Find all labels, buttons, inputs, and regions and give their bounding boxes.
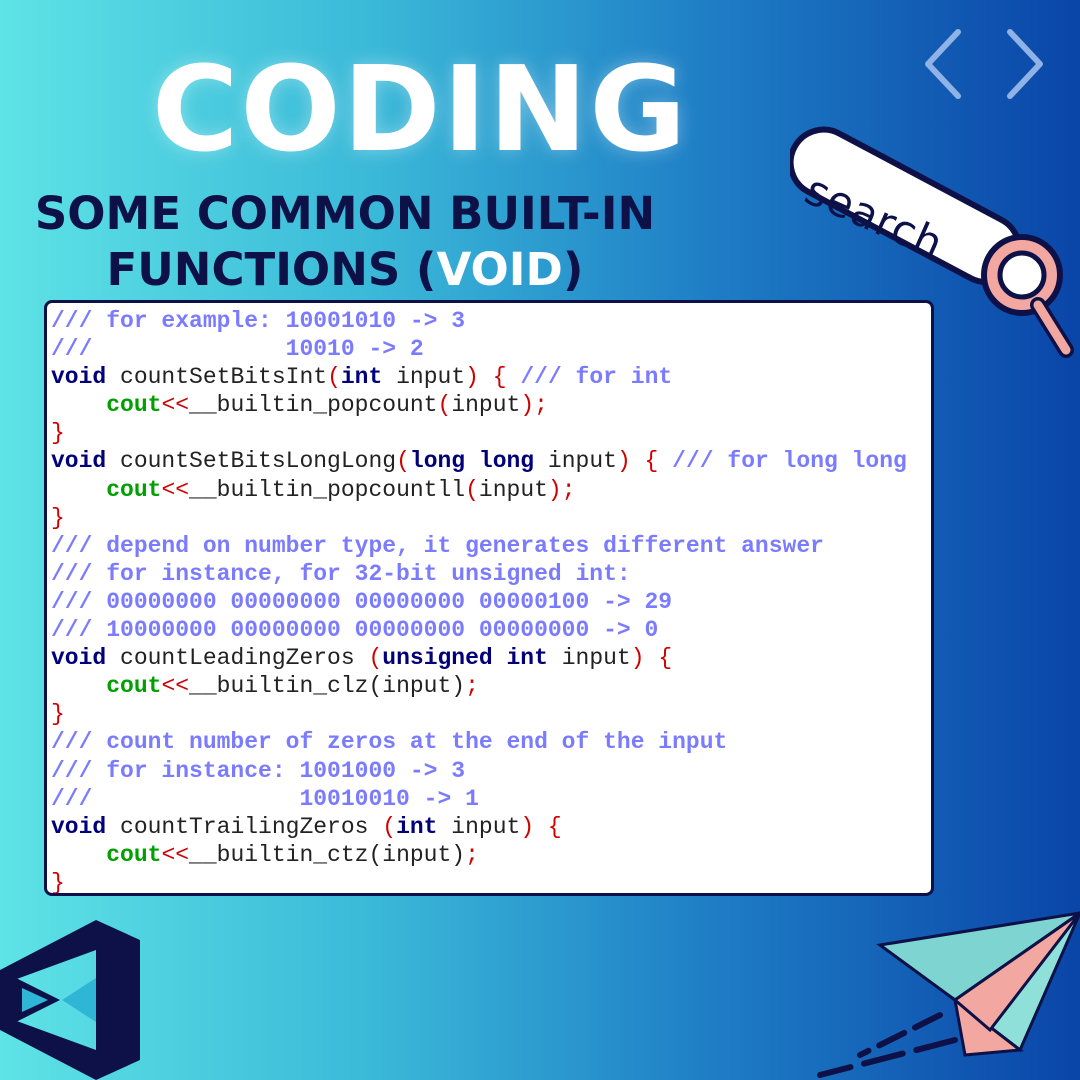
code-token: void [51,645,107,672]
code-token: ) { [630,645,673,672]
page-title: CODING [151,40,689,178]
code-line: void countTrailingZeros (int input) { [51,813,931,841]
visual-studio-logo-icon [0,920,140,1080]
code-token: << [161,392,190,419]
code-token: } [51,701,65,728]
code-token: ( [327,364,341,391]
code-line: /// 10010 -> 2 [51,335,931,363]
code-token: __builtin_clz(input) [189,673,466,700]
code-line: /// 10010010 -> 1 [51,785,931,813]
code-token: __builtin_popcount [189,392,438,419]
code-line: } [51,869,931,896]
code-token: ); [547,476,576,503]
code-snippet: /// for example: 10001010 -> 3/// 10010 … [44,300,934,896]
code-line: /// for example: 10001010 -> 3 [51,307,931,335]
subtitle-line-2-after: ) [562,243,584,296]
code-token: ); [520,392,548,419]
code-token: cout [106,841,162,868]
code-line: void countSetBitsInt(int input) { /// fo… [51,363,931,391]
code-token: unsigned int [382,645,548,672]
code-token: /// depend on number type, it generates … [51,532,824,559]
code-token: input [382,364,466,391]
code-token: ( [465,476,479,503]
code-token: input [451,392,521,419]
code-token: countSetBitsLongLong [106,448,397,475]
code-line: cout<<__builtin_popcount(input); [51,391,931,419]
code-token: /// count number of zeros at the end of … [51,729,728,756]
code-token: int [340,364,383,391]
code-token: ( [396,448,410,475]
code-token: ) { [465,364,507,391]
code-line: cout<<__builtin_ctz(input); [51,841,931,869]
code-token: } [51,420,65,447]
code-line: void countLeadingZeros (unsigned int inp… [51,644,931,672]
code-token: ; [465,673,479,700]
code-token: << [161,841,190,868]
code-token: ) { [616,448,659,475]
code-token: /// for int [506,364,673,391]
code-token: /// 10010 -> 2 [51,336,424,363]
code-token: input [534,448,617,475]
subtitle-line-2-before: FUNCTIONS ( [106,243,437,296]
code-token: countSetBitsInt [106,364,328,391]
code-token: input [437,813,521,840]
code-line: } [51,504,931,532]
code-token: __builtin_ctz(input) [189,841,466,868]
code-token: cout [106,392,162,419]
code-token: void [51,813,107,840]
code-token: cout [106,476,162,503]
paper-plane-icon [817,911,1080,1078]
code-line: /// for instance: 1001000 -> 3 [51,757,931,785]
code-token: input [478,476,548,503]
code-token: __builtin_popcountll [189,476,466,503]
code-token: countTrailingZeros [106,813,383,840]
subtitle-accent: VOID [436,243,563,296]
code-line: } [51,419,931,447]
subtitle-line-2: FUNCTIONS (VOID) [0,242,690,298]
code-token: /// for long long [658,448,907,475]
code-token: << [161,673,190,700]
code-token: << [161,476,190,503]
code-token: /// for instance, for 32-bit unsigned in… [51,560,631,587]
code-token: /// 10010010 -> 1 [51,785,479,812]
code-token: } [51,869,65,896]
code-line: /// count number of zeros at the end of … [51,728,931,756]
code-line: cout<<__builtin_clz(input); [51,672,931,700]
code-line: /// depend on number type, it generates … [51,532,931,560]
code-line: /// for instance, for 32-bit unsigned in… [51,560,931,588]
code-token: ( [437,392,452,419]
code-token: } [51,504,65,531]
code-token: input [547,645,631,672]
code-token: ) { [520,813,562,840]
code-token: cout [106,673,162,700]
code-line: /// 10000000 00000000 00000000 00000000 … [51,616,931,644]
code-token: /// for example: 10001010 -> 3 [51,308,466,334]
code-line: void countSetBitsLongLong(long long inpu… [51,447,931,475]
magnifier-icon [981,234,1074,358]
code-token: /// 10000000 00000000 00000000 00000000 … [51,617,659,644]
code-token: /// 00000000 00000000 00000000 00000100 … [51,588,673,615]
code-token: /// for instance: 1001000 -> 3 [51,757,466,784]
code-token: ( [382,813,397,840]
code-token: countLeadingZeros [106,645,369,672]
code-token: ; [465,841,479,868]
code-token: int [396,813,438,840]
code-token: long long [409,448,535,475]
code-line: /// 00000000 00000000 00000000 00000100 … [51,588,931,616]
code-token: void [51,364,107,391]
code-line: cout<<__builtin_popcountll(input); [51,476,931,504]
code-line: } [51,700,931,728]
page-subtitle: SOME COMMON BUILT-IN FUNCTIONS (VOID) [0,186,690,298]
subtitle-line-1: SOME COMMON BUILT-IN [34,187,656,240]
code-token: void [51,448,107,475]
code-brackets-icon [925,29,1043,99]
code-token: ( [368,645,383,672]
